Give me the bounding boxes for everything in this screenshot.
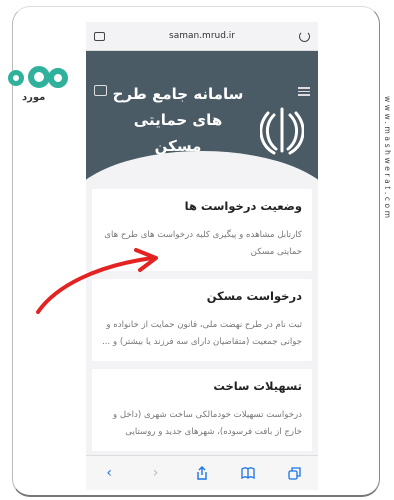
inbox-icon[interactable] [94,85,107,96]
site-title: سامانه جامع طرح های حمایتی مسکن [112,85,244,155]
card-title: تسهیلات ساخت [213,379,302,393]
chevron-right-icon[interactable]: › [149,465,163,481]
tab-icon[interactable] [94,31,105,41]
url-text[interactable]: saman.mrud.ir [169,31,235,41]
browser-toolbar: ‹ › [86,455,318,490]
card-construction-loans[interactable]: تسهیلات ساخت درخواست تسهیلات خودمالکی سا… [92,369,312,451]
brand-name: مورد [22,92,46,103]
menu-icon[interactable] [298,85,310,98]
address-bar[interactable]: saman.mrud.ir [86,22,318,51]
chevron-left-icon[interactable]: ‹ [102,465,116,481]
card-title: وضعیت درخواست ها [184,199,302,213]
watermark-text: www.mashwerat.com [383,96,392,221]
emblem-icon [260,107,304,155]
card-body: درخواست تسهیلات خودمالکی ساخت شهری (داخل… [112,410,302,437]
brand-logo: مورد [4,64,70,112]
annotation-arrow-icon [36,248,158,314]
tabs-icon[interactable] [288,466,302,480]
book-icon[interactable] [241,466,256,480]
share-icon[interactable] [195,466,209,480]
reload-icon[interactable] [299,30,310,42]
site-header: سامانه جامع طرح های حمایتی مسکن [86,51,318,181]
card-body: ثبت نام در طرح نهضت ملی، قانون حمایت از … [102,320,302,347]
